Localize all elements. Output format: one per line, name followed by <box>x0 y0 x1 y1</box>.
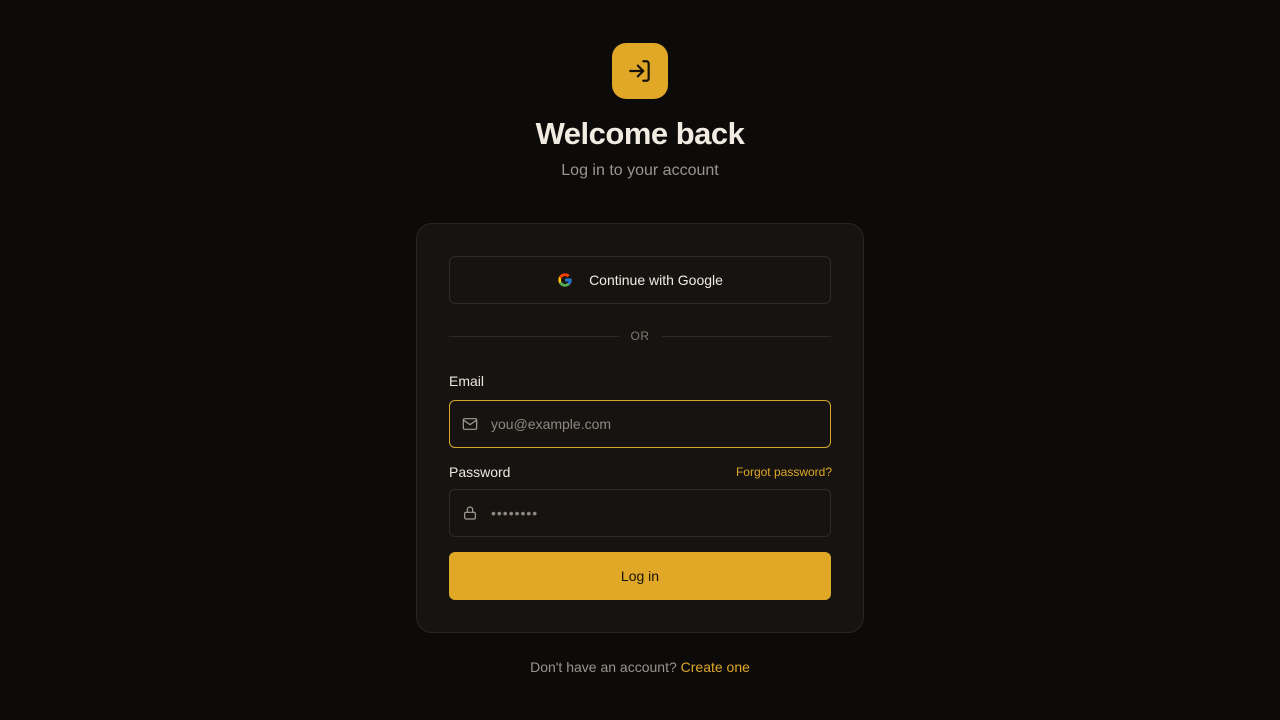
email-field-container <box>449 400 831 448</box>
lock-icon <box>462 505 478 521</box>
signup-prompt: Don't have an account? Create one <box>0 657 1280 677</box>
email-input[interactable] <box>491 416 830 432</box>
login-page: Welcome back Log in to your account Cont… <box>0 0 1280 720</box>
log-in-button[interactable]: Log in <box>449 552 831 600</box>
login-card: Continue with Google OR Email Password F… <box>416 223 864 633</box>
forgot-password-link[interactable]: Forgot password? <box>736 464 832 480</box>
password-label: Password <box>449 464 511 480</box>
password-field-container <box>449 489 831 537</box>
page-title: Welcome back <box>535 116 745 151</box>
signup-prompt-text: Don't have an account? <box>530 659 681 675</box>
page-subtitle: Log in to your account <box>561 162 719 179</box>
create-account-link[interactable]: Create one <box>681 659 750 675</box>
divider-text: OR <box>630 329 650 343</box>
logo-badge <box>612 43 668 99</box>
google-icon <box>557 272 573 288</box>
divider-line-right <box>661 335 831 337</box>
log-in-icon <box>627 58 653 84</box>
email-label: Email <box>449 373 485 389</box>
divider-line-left <box>449 335 619 337</box>
mail-icon <box>462 416 478 432</box>
password-input[interactable] <box>491 505 830 521</box>
google-button-label: Continue with Google <box>589 272 723 288</box>
continue-with-google-button[interactable]: Continue with Google <box>449 256 831 304</box>
or-divider: OR <box>449 328 831 344</box>
